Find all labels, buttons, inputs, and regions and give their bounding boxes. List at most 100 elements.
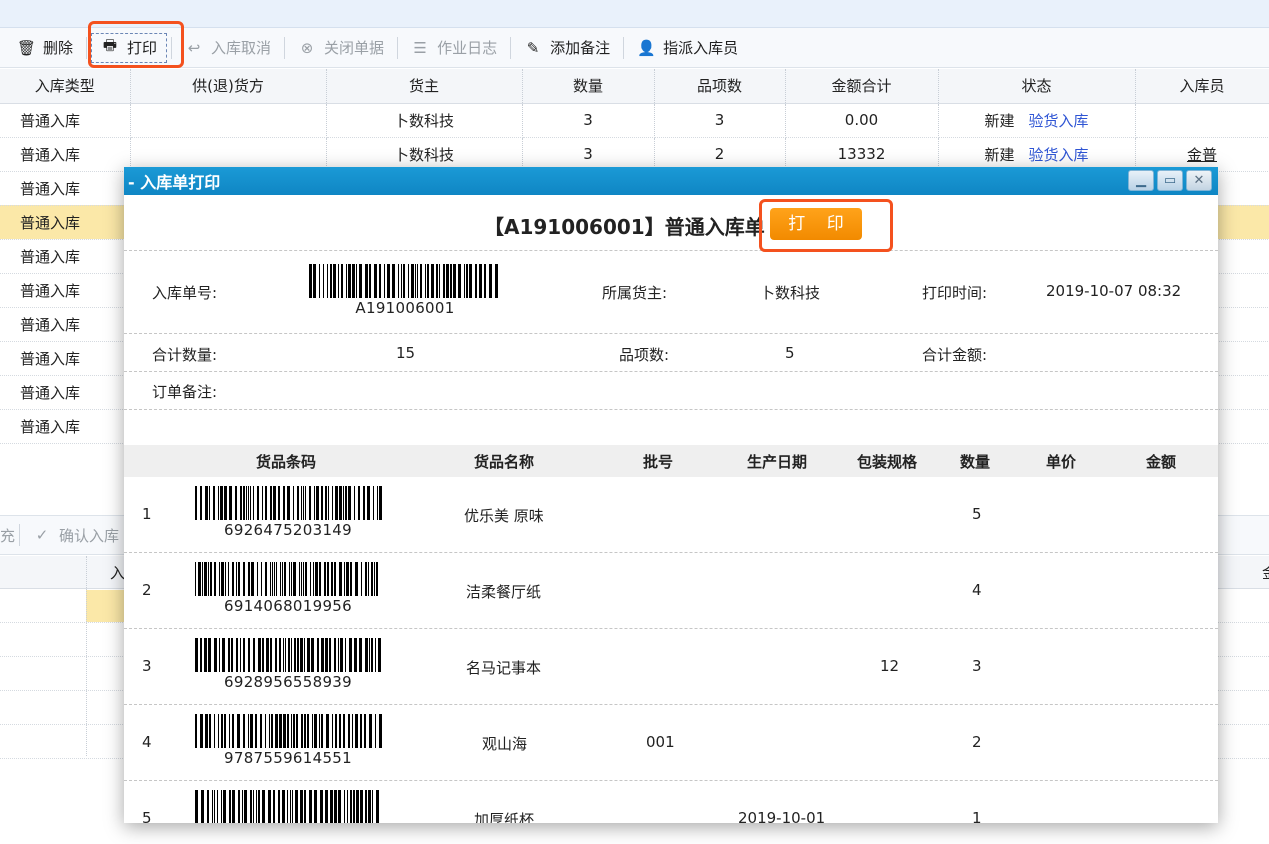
cell-type: 普通入库	[0, 341, 131, 376]
info-row-remark: 订单备注:	[124, 372, 1218, 410]
print-dialog: - 入库单打印 ▁ ▭ ✕ 【A191006001】普通入库单 打 印 入库单号…	[124, 167, 1218, 823]
toolbar-divider	[19, 524, 21, 546]
delete-button[interactable]: 🗑 删除	[8, 33, 82, 63]
item-no: 5	[142, 809, 152, 823]
dialog-title-bar[interactable]: - 入库单打印 ▁ ▭ ✕	[124, 167, 1218, 195]
barcode-image	[193, 638, 383, 672]
toolbar-divider	[86, 36, 88, 59]
barcode-image	[193, 562, 383, 596]
close-doc-button[interactable]: ⊗ 关闭单据	[289, 33, 393, 63]
minimize-icon[interactable]: ▁	[1128, 170, 1154, 191]
item-qty: 1	[972, 809, 982, 823]
total-amount-label: 合计金额:	[922, 346, 988, 364]
cell-type: 普通入库	[0, 273, 131, 308]
total-qty-value: 15	[396, 344, 416, 362]
add-note-button[interactable]: ✎ 添加备注	[515, 33, 619, 63]
item-name: 名马记事本	[466, 659, 542, 677]
column-header[interactable]: 入库员	[1135, 69, 1269, 104]
cell-supplier	[130, 103, 327, 138]
dialog-title: - 入库单打印	[128, 173, 221, 192]
work-log-button[interactable]: ☰ 作业日志	[402, 33, 506, 63]
print-time-label: 打印时间:	[922, 284, 988, 302]
items-table-header: 货品条码 货品名称 批号 生产日期 包装规格 数量 单价 金额	[124, 445, 1218, 477]
cell-items: 3	[654, 103, 786, 138]
cell-items: 2	[654, 137, 786, 172]
order-no-label: 入库单号:	[152, 284, 218, 302]
column-header[interactable]: 货主	[326, 69, 523, 104]
maximize-icon[interactable]: ▭	[1157, 170, 1183, 191]
toolbar-divider	[284, 36, 286, 59]
barcode-number: 9787559614551	[224, 749, 352, 767]
cancel-inbound-button[interactable]: ↩ 入库取消	[176, 33, 280, 63]
column-header: 数量	[960, 453, 991, 471]
remark-label: 订单备注:	[152, 383, 218, 401]
column-header[interactable]: 金额合计	[785, 69, 939, 104]
barcode-image	[307, 264, 503, 298]
item-spec: 12	[880, 657, 900, 675]
main-toolbar: 🗑 删除 🖶 打印 ↩ 入库取消 ⊗ 关闭单据 ☰ 作业日志 ✎ 添加备注 👤 指派入库员	[0, 28, 1269, 68]
barcode-image	[193, 486, 383, 520]
close-icon[interactable]: ✕	[1186, 170, 1212, 191]
cell-amount: 13332	[785, 137, 939, 172]
item-no: 3	[142, 657, 152, 675]
order-barcode: A191006001	[307, 264, 503, 317]
item-row: 5 6921110812076 加厚纸杯 2019-10-01 1	[124, 781, 1218, 823]
confirm-inbound-button[interactable]: ✓ 确认入库	[24, 520, 128, 550]
partial-button-label[interactable]: 充	[0, 525, 15, 546]
column-header: 包装规格	[857, 453, 918, 471]
cell-type: 普通入库	[0, 137, 131, 172]
cell-owner: 卜数科技	[326, 137, 523, 172]
column-header: 单价	[1046, 453, 1077, 471]
table-row[interactable]: 普通入库 卜数科技 3 3 0.00 新建 验货入库	[0, 103, 1269, 138]
cell-type: 普通入库	[0, 307, 131, 342]
item-no: 2	[142, 581, 152, 599]
print-button-highlight-box	[759, 199, 893, 252]
column-header[interactable]: 供(退)货方	[130, 69, 327, 104]
item-barcode: 6928956558939	[193, 638, 383, 691]
item-batch: 001	[646, 733, 675, 751]
staff-name[interactable]: 金普	[1187, 146, 1217, 164]
list-icon: ☰	[413, 38, 427, 57]
item-date: 2019-10-01	[738, 809, 826, 823]
item-row: 2 6914068019956 洁柔餐厅纸 4	[124, 553, 1218, 629]
user-icon: 👤	[637, 38, 656, 57]
owner-label: 所属货主:	[602, 284, 668, 302]
cell-qty: 3	[522, 103, 655, 138]
check-circle-icon: ✓	[35, 526, 49, 544]
table-row[interactable]: 普通入库 卜数科技 3 2 13332 新建 验货入库 金普	[0, 137, 1269, 172]
column-header[interactable]: 状态	[938, 69, 1136, 104]
assign-staff-button[interactable]: 👤 指派入库员	[628, 33, 747, 63]
column-header: 批号	[643, 453, 674, 471]
doc-header: 【A191006001】普通入库单 打 印	[124, 195, 1218, 251]
top-band	[0, 0, 1269, 28]
item-count-label: 品项数:	[619, 346, 670, 364]
item-row: 4 9787559614551 观山海 001 2	[124, 705, 1218, 781]
column-header[interactable]: 数量	[522, 69, 655, 104]
print-preview: 【A191006001】普通入库单 打 印 入库单号: A191006001 所…	[124, 195, 1218, 823]
total-qty-label: 合计数量:	[152, 346, 218, 364]
item-no: 1	[142, 505, 152, 523]
inspect-inbound-link[interactable]: 验货入库	[1029, 112, 1089, 130]
barcode-number: A191006001	[355, 299, 455, 317]
cell-type: 普通入库	[0, 409, 131, 444]
column-header[interactable]: 品项数	[654, 69, 786, 104]
doc-title: 【A191006001】普通入库单	[484, 215, 765, 239]
column-header: 货品名称	[474, 453, 535, 471]
cell-type: 普通入库	[0, 171, 131, 206]
cell-owner: 卜数科技	[326, 103, 523, 138]
cell-status: 新建 验货入库	[938, 137, 1136, 172]
print-time-value: 2019-10-07 08:32	[1046, 282, 1182, 300]
cell-type: 普通入库	[0, 239, 131, 274]
info-row-order: 入库单号: A191006001 所属货主: 卜数科技 打印时间: 2019-1…	[124, 251, 1218, 334]
column-header: 金	[1262, 562, 1269, 583]
cell-type: 普通入库	[0, 205, 131, 240]
column-divider	[86, 556, 87, 756]
item-name: 加厚纸杯	[474, 811, 535, 823]
cell-staff	[1135, 103, 1269, 138]
column-header[interactable]: 入库类型	[0, 69, 131, 104]
item-row: 3 6928956558939 名马记事本 12 3	[124, 629, 1218, 705]
inspect-inbound-link[interactable]: 验货入库	[1029, 146, 1089, 164]
item-name: 观山海	[482, 735, 528, 753]
item-barcode: 6914068019956	[193, 562, 383, 615]
column-header: 金额	[1146, 453, 1177, 471]
